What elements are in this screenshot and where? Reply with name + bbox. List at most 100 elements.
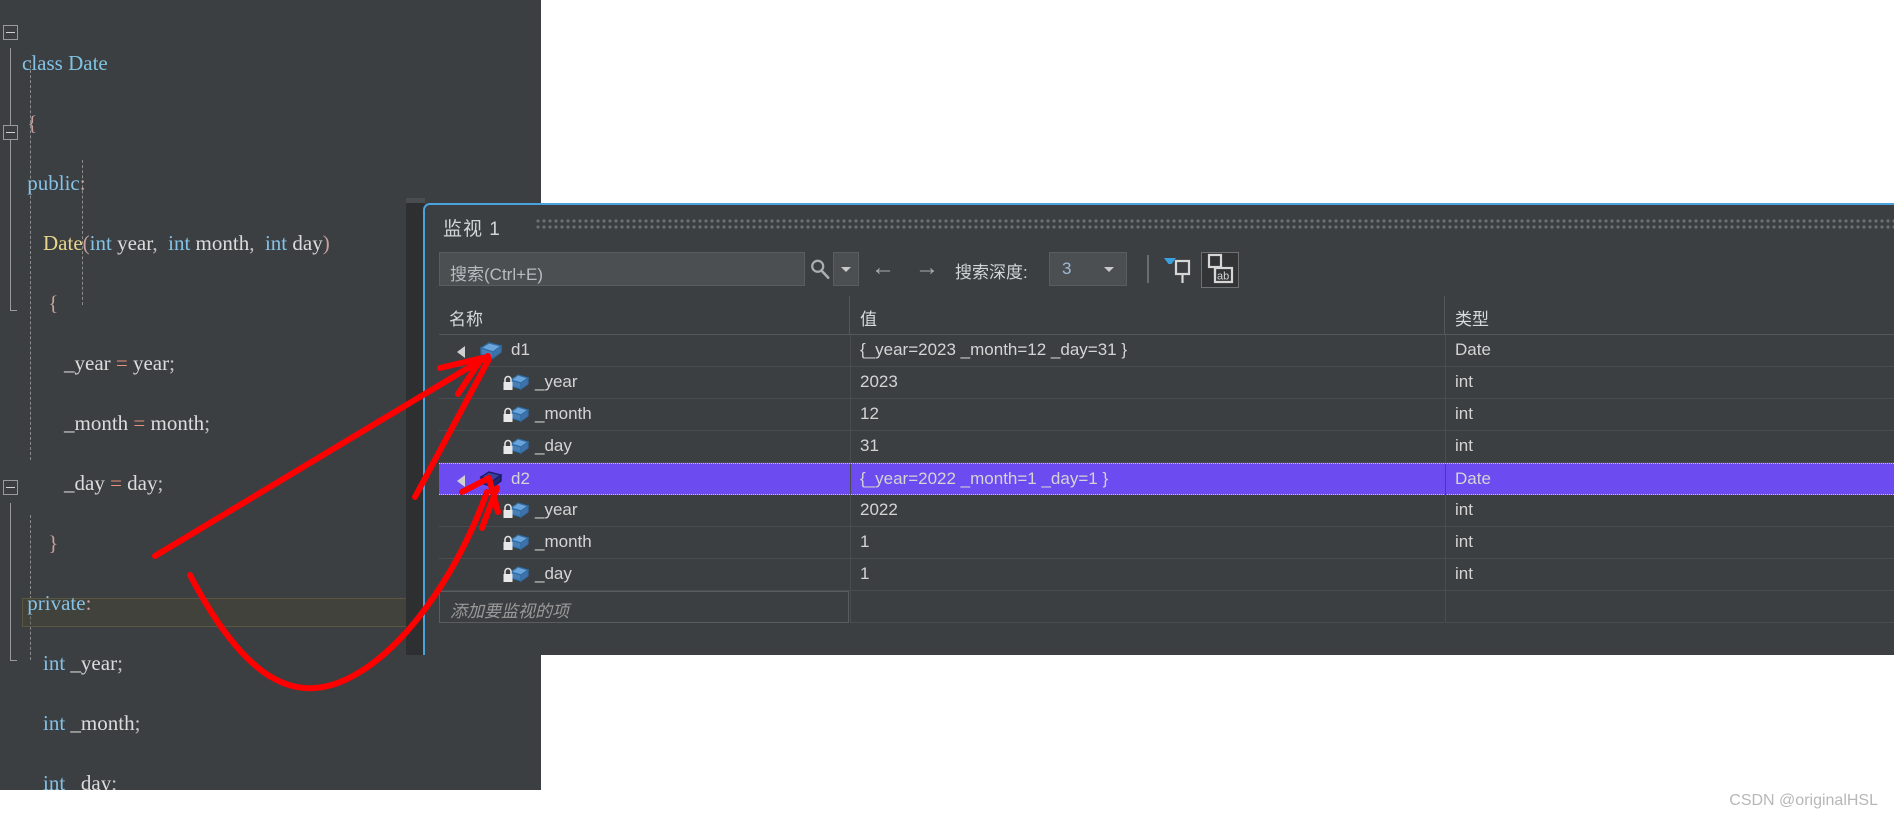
row-type: int xyxy=(1455,532,1473,551)
row-type: int xyxy=(1455,404,1473,423)
row-type-cell: int xyxy=(1445,559,1894,590)
row-value: 31 xyxy=(860,436,879,455)
row-value: 12 xyxy=(860,404,879,423)
private-member-icon xyxy=(503,374,530,391)
row-name: d1 xyxy=(511,340,530,359)
row-type-cell: int xyxy=(1445,431,1894,462)
column-header-type[interactable]: 类型 xyxy=(1445,296,1894,335)
row-type: int xyxy=(1455,436,1473,455)
pin-ab-button[interactable]: ab xyxy=(1201,252,1239,288)
row-name: _day xyxy=(535,564,572,583)
watch-tab-row[interactable]: 监视 1 xyxy=(425,205,1894,244)
row-value: 1 xyxy=(860,532,870,551)
chevron-down-icon xyxy=(841,267,851,272)
row-type-cell: int xyxy=(1445,495,1894,526)
private-member-icon xyxy=(503,566,530,583)
row-value: {_year=2023 _month=12 _day=31 } xyxy=(860,340,1128,359)
row-name-cell[interactable]: _year xyxy=(439,367,849,398)
row-type: Date xyxy=(1455,340,1491,359)
row-value: 2022 xyxy=(860,500,898,519)
row-type-cell: int xyxy=(1445,527,1894,558)
add-watch-type-cell xyxy=(1445,591,1894,623)
page-footer-background xyxy=(0,790,1894,816)
row-name-cell[interactable]: _day xyxy=(439,431,849,462)
table-row-selected[interactable]: d2 {_year=2022 _month=1 _day=1 } Date xyxy=(439,463,1894,495)
add-watch-placeholder: 添加要监视的项 xyxy=(450,602,569,621)
row-name-cell[interactable]: _year xyxy=(439,495,849,526)
table-row[interactable]: _day 31 int xyxy=(439,431,1894,463)
row-name-cell[interactable]: d1 xyxy=(439,335,849,366)
row-type-cell: int xyxy=(1445,367,1894,398)
search-depth-value: 3 xyxy=(1062,259,1072,278)
row-value-cell[interactable]: 31 xyxy=(850,431,1444,462)
row-value-cell[interactable]: 2023 xyxy=(850,367,1444,398)
table-row[interactable]: _day 1 int xyxy=(439,559,1894,591)
code-line: class Date xyxy=(22,51,108,75)
search-placeholder: 搜索(Ctrl+E) xyxy=(450,265,544,284)
row-name: _month xyxy=(535,404,592,423)
column-header-value[interactable]: 值 xyxy=(850,296,1445,335)
row-type: int xyxy=(1455,372,1473,391)
row-name-cell[interactable]: d2 xyxy=(439,464,849,495)
object-box-icon xyxy=(479,342,503,360)
private-member-icon xyxy=(503,438,530,455)
table-row[interactable]: _year 2023 int xyxy=(439,367,1894,399)
row-name-cell[interactable]: _day xyxy=(439,559,849,590)
row-value-cell[interactable]: 1 xyxy=(850,559,1444,590)
row-type: Date xyxy=(1455,469,1491,488)
editor-background-right xyxy=(541,0,1894,206)
row-type-cell: int xyxy=(1445,399,1894,430)
tab-watch-1[interactable]: 监视 1 xyxy=(443,214,501,241)
chevron-down-icon xyxy=(1104,267,1114,272)
arrow-right-icon[interactable]: → xyxy=(915,256,939,280)
row-value-cell[interactable]: 12 xyxy=(850,399,1444,430)
code-line: { xyxy=(27,111,38,135)
row-value: {_year=2022 _month=1 _day=1 } xyxy=(860,469,1109,488)
row-value-cell[interactable]: 2022 xyxy=(850,495,1444,526)
search-icon[interactable] xyxy=(809,258,831,280)
row-value: 2023 xyxy=(860,372,898,391)
code-line: int _month; xyxy=(43,711,141,735)
expander-collapse-icon[interactable] xyxy=(457,346,465,358)
search-depth-select[interactable]: 3 xyxy=(1049,252,1127,286)
watch-grid[interactable]: 名称 值 类型 d1 {_year=2023 _month=12 _day=31… xyxy=(439,296,1894,655)
table-row[interactable]: d1 {_year=2023 _month=12 _day=31 } Date xyxy=(439,335,1894,367)
private-member-icon xyxy=(503,406,530,423)
add-watch-item-input[interactable]: 添加要监视的项 xyxy=(439,591,849,623)
pin-funnel-icon[interactable] xyxy=(1161,254,1193,286)
row-name: _year xyxy=(535,372,578,391)
row-value-cell[interactable]: 1 xyxy=(850,527,1444,558)
row-type: int xyxy=(1455,564,1473,583)
watch-window[interactable]: 监视 1 搜索(Ctrl+E) ← → 搜索深度: 3 ab 名称 值 类型 d… xyxy=(423,203,1894,655)
search-depth-label: 搜索深度: xyxy=(955,263,1028,282)
row-name: _year xyxy=(535,500,578,519)
watermark: CSDN @originalHSL xyxy=(1729,792,1878,809)
expander-collapse-icon[interactable] xyxy=(457,475,465,487)
row-name: _month xyxy=(535,532,592,551)
row-name-cell[interactable]: _month xyxy=(439,399,849,430)
add-watch-value-cell xyxy=(850,591,1444,623)
private-member-icon xyxy=(503,502,530,519)
row-type-cell: Date xyxy=(1445,335,1894,366)
code-line: public: xyxy=(27,171,86,195)
row-type: int xyxy=(1455,500,1473,519)
pin-ab-icon: ab xyxy=(1207,253,1234,284)
row-name-cell[interactable]: _month xyxy=(439,527,849,558)
column-header-name[interactable]: 名称 xyxy=(439,296,850,335)
svg-text:ab: ab xyxy=(1217,271,1229,283)
table-row[interactable]: _year 2022 int xyxy=(439,495,1894,527)
arrow-left-icon[interactable]: ← xyxy=(871,256,895,280)
toolbar-divider xyxy=(1147,255,1149,283)
row-type-cell: Date xyxy=(1445,464,1894,495)
search-options-dropdown[interactable] xyxy=(833,252,859,286)
window-drag-handle[interactable] xyxy=(535,218,1894,231)
row-value-cell[interactable]: {_year=2022 _month=1 _day=1 } xyxy=(850,464,1444,495)
row-name: d2 xyxy=(511,469,530,488)
private-member-icon xyxy=(503,534,530,551)
row-value-cell[interactable]: {_year=2023 _month=12 _day=31 } xyxy=(850,335,1444,366)
table-row[interactable]: _month 1 int xyxy=(439,527,1894,559)
table-row[interactable]: _month 12 int xyxy=(439,399,1894,431)
watch-toolbar[interactable]: 搜索(Ctrl+E) ← → 搜索深度: 3 ab xyxy=(425,244,1894,296)
search-input[interactable]: 搜索(Ctrl+E) xyxy=(439,252,805,286)
row-value: 1 xyxy=(860,564,870,583)
